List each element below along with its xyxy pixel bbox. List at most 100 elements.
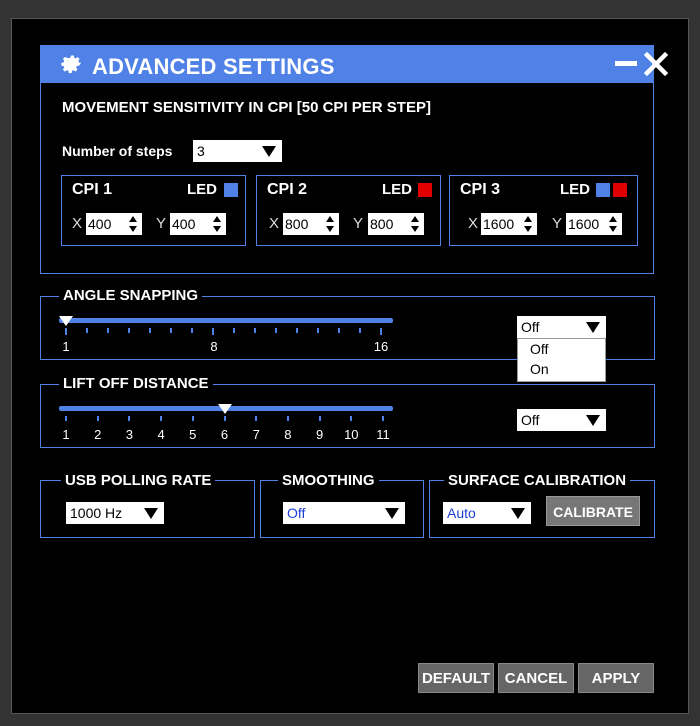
option-on[interactable]: On (518, 359, 605, 379)
lift-off-select[interactable]: Off (517, 409, 606, 431)
spin-up-icon[interactable] (326, 216, 334, 222)
spin-up-icon[interactable] (129, 216, 137, 222)
spin-down-icon[interactable] (609, 226, 617, 232)
steps-value: 3 (197, 143, 205, 159)
apply-button[interactable]: APPLY (578, 663, 654, 693)
cpi-1-y-label: Y (156, 215, 167, 232)
usb-polling-select[interactable]: 1000 Hz (66, 502, 164, 524)
lift-off-tick (255, 416, 258, 421)
chevron-down-icon (586, 415, 600, 426)
usb-polling-value: 1000 Hz (70, 505, 123, 521)
angle-tick (233, 328, 235, 333)
window-title: ADVANCED SETTINGS (92, 54, 335, 79)
spin-down-icon[interactable] (411, 226, 419, 232)
angle-tick (254, 328, 256, 333)
chevron-down-icon (511, 508, 525, 519)
angle-tick (275, 328, 277, 333)
cpi-1-title: CPI 1 (72, 181, 113, 198)
movement-heading: MOVEMENT SENSITIVITY IN CPI [50 CPI PER … (62, 99, 431, 116)
angle-tick (212, 328, 214, 335)
spin-up-icon[interactable] (609, 216, 617, 222)
lift-off-tick (65, 416, 67, 421)
cpi-2-box: CPI 2 LED X 800 Y 800 (256, 175, 441, 246)
close-icon[interactable] (643, 51, 669, 77)
spin-up-icon[interactable] (213, 216, 221, 222)
spin-down-icon[interactable] (326, 226, 334, 232)
cpi-1-x-input[interactable]: 400 (86, 213, 142, 235)
lift-off-tick (128, 416, 131, 421)
lift-off-tick (286, 416, 289, 421)
cpi-1-y-input[interactable]: 400 (170, 213, 226, 235)
lift-off-thumb[interactable] (217, 404, 232, 414)
cpi-3-led-swatch-blue[interactable] (596, 183, 610, 197)
lift-off-tick (318, 416, 321, 421)
lift-off-value: Off (521, 412, 540, 428)
cpi-3-x-value: 1600 (483, 216, 515, 232)
cpi-3-x-label: X (468, 215, 479, 232)
usb-polling-label: USB POLLING RATE (61, 472, 216, 489)
angle-snapping-slider[interactable] (59, 318, 393, 323)
smoothing-select[interactable]: Off (283, 502, 405, 524)
cpi-2-x-label: X (269, 215, 280, 232)
cpi-3-x-input[interactable]: 1600 (481, 213, 537, 235)
surface-calibration-select[interactable]: Auto (443, 502, 531, 524)
cpi-3-led-label: LED (560, 181, 590, 198)
cpi-2-y-input[interactable]: 800 (368, 213, 424, 235)
smoothing-label: SMOOTHING (278, 472, 379, 489)
lift-off-scale-label: 1 (62, 427, 70, 442)
cancel-button[interactable]: CANCEL (498, 663, 574, 693)
lift-off-scale-label: 2 (94, 427, 102, 442)
cpi-2-y-label: Y (353, 215, 364, 232)
cpi-3-y-input[interactable]: 1600 (566, 213, 622, 235)
spin-up-icon[interactable] (411, 216, 419, 222)
lift-off-tick (223, 416, 226, 421)
spin-up-icon[interactable] (524, 216, 532, 222)
lift-off-label: LIFT OFF DISTANCE (59, 375, 213, 392)
cpi-1-led-label: LED (187, 181, 217, 198)
angle-tick (128, 328, 130, 333)
spin-down-icon[interactable] (524, 226, 532, 232)
lift-off-scale-label: 9 (315, 427, 324, 442)
minimize-button[interactable] (615, 61, 637, 66)
lift-off-tick (350, 416, 353, 421)
steps-select[interactable]: 3 (193, 140, 282, 162)
cpi-3-title: CPI 3 (460, 181, 501, 198)
cpi-3-box: CPI 3 LED X 1600 Y 1600 (449, 175, 638, 246)
chevron-down-icon (586, 322, 600, 333)
angle-tick (191, 328, 193, 333)
cpi-1-led-swatch-blue[interactable] (224, 183, 238, 197)
angle-scale-min: 1 (62, 339, 70, 354)
lift-off-scale-label: 11 (376, 427, 390, 442)
angle-tick (65, 328, 67, 335)
lift-off-scale-label: 4 (157, 427, 165, 442)
angle-tick (107, 328, 109, 333)
spin-down-icon[interactable] (213, 226, 221, 232)
cpi-2-led-swatch-red[interactable] (418, 183, 432, 197)
angle-snapping-thumb[interactable] (59, 316, 73, 326)
cpi-2-title: CPI 2 (267, 181, 308, 198)
angle-tick (380, 328, 382, 335)
spin-down-icon[interactable] (129, 226, 137, 232)
angle-snapping-select[interactable]: Off (517, 316, 606, 338)
default-button[interactable]: DEFAULT (418, 663, 494, 693)
lift-off-scale-label: 7 (252, 427, 260, 442)
angle-snapping-value: Off (521, 319, 540, 335)
angle-tick (296, 328, 298, 333)
cpi-1-x-value: 400 (88, 216, 112, 232)
chevron-down-icon (385, 508, 399, 519)
lift-off-scale-label: 3 (125, 427, 134, 442)
cpi-2-y-value: 800 (370, 216, 394, 232)
lift-off-tick (382, 416, 384, 421)
cpi-2-x-input[interactable]: 800 (283, 213, 339, 235)
cpi-3-led-swatch-red[interactable] (613, 183, 627, 197)
angle-tick (86, 328, 88, 333)
cpi-2-led-label: LED (382, 181, 412, 198)
lift-off-scale-label: 10 (344, 427, 359, 442)
option-off[interactable]: Off (518, 339, 605, 359)
lift-off-tick (191, 416, 194, 421)
angle-tick (149, 328, 151, 333)
lift-off-tick (160, 416, 163, 421)
chevron-down-icon (144, 508, 158, 519)
calibrate-button[interactable]: CALIBRATE (546, 496, 640, 526)
lift-off-scale-label: 8 (284, 427, 292, 442)
